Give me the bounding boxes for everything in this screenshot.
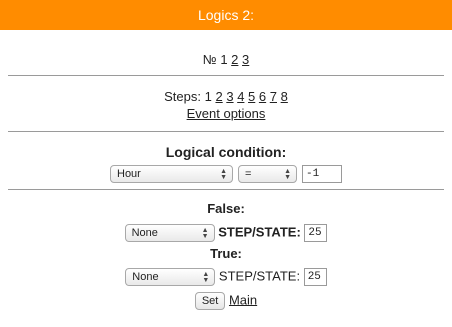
condition-variable-select[interactable]: Hour ▲ ▼	[110, 165, 233, 183]
number-link-2[interactable]: 2	[231, 52, 238, 67]
condition-variable-value: Hour	[117, 168, 141, 180]
event-options-row: Event options	[0, 106, 452, 121]
step-link-5[interactable]: 5	[248, 89, 255, 104]
divider	[8, 75, 444, 76]
number-prefix: №	[202, 52, 217, 67]
true-action-value: None	[132, 271, 159, 283]
up-down-arrows-icon: ▲ ▼	[202, 270, 210, 284]
true-action-select[interactable]: None ▲ ▼	[125, 268, 216, 286]
up-down-arrows-icon: ▲ ▼	[284, 167, 291, 181]
actions-row: Set Main	[0, 292, 452, 310]
false-step-input[interactable]: 25	[304, 224, 328, 242]
number-current: 1	[220, 52, 228, 67]
condition-title: Logical condition:	[165, 144, 287, 160]
step-link-3[interactable]: 3	[226, 89, 233, 104]
true-controls: None ▲ ▼ STEP/STATE: 25	[0, 268, 452, 286]
false-step-label: STEP/STATE:	[218, 224, 301, 240]
true-step-label: STEP/STATE:	[218, 268, 301, 284]
false-title: False:	[207, 201, 245, 216]
up-down-arrows-icon: ▲ ▼	[220, 167, 227, 181]
step-link-4[interactable]: 4	[237, 89, 244, 104]
step-link-6[interactable]: 6	[259, 89, 266, 104]
page-title: Logics 2:	[197, 7, 255, 23]
divider	[8, 131, 444, 132]
condition-value-input[interactable]: -1	[302, 165, 342, 183]
event-options-link[interactable]: Event options	[187, 106, 266, 121]
false-controls: None ▲ ▼ STEP/STATE: 25	[0, 224, 452, 242]
step-link-8[interactable]: 8	[281, 89, 288, 104]
condition-operator-select[interactable]: = ▲ ▼	[238, 165, 297, 183]
step-link-2[interactable]: 2	[215, 89, 222, 104]
condition-controls: Hour ▲ ▼ = ▲ ▼ -1	[0, 165, 452, 183]
divider	[8, 189, 444, 190]
false-action-value: None	[131, 227, 158, 239]
step-current: 1	[204, 89, 212, 104]
true-title: True:	[210, 246, 242, 261]
false-action-select[interactable]: None ▲ ▼	[124, 224, 215, 242]
up-down-arrows-icon: ▲ ▼	[201, 226, 209, 240]
header-bar: Logics 2:	[0, 0, 452, 30]
number-link-3[interactable]: 3	[242, 52, 249, 67]
main-link[interactable]: Main	[229, 292, 257, 307]
number-nav: № 1 2 3	[0, 52, 452, 67]
condition-operator-value: =	[245, 168, 252, 180]
step-link-7[interactable]: 7	[270, 89, 277, 104]
steps-label: Steps:	[164, 89, 201, 104]
steps-nav: Steps: 1 2 3 4 5 6 7 8	[0, 89, 452, 104]
set-button[interactable]: Set	[194, 292, 226, 310]
true-step-input[interactable]: 25	[303, 268, 327, 286]
